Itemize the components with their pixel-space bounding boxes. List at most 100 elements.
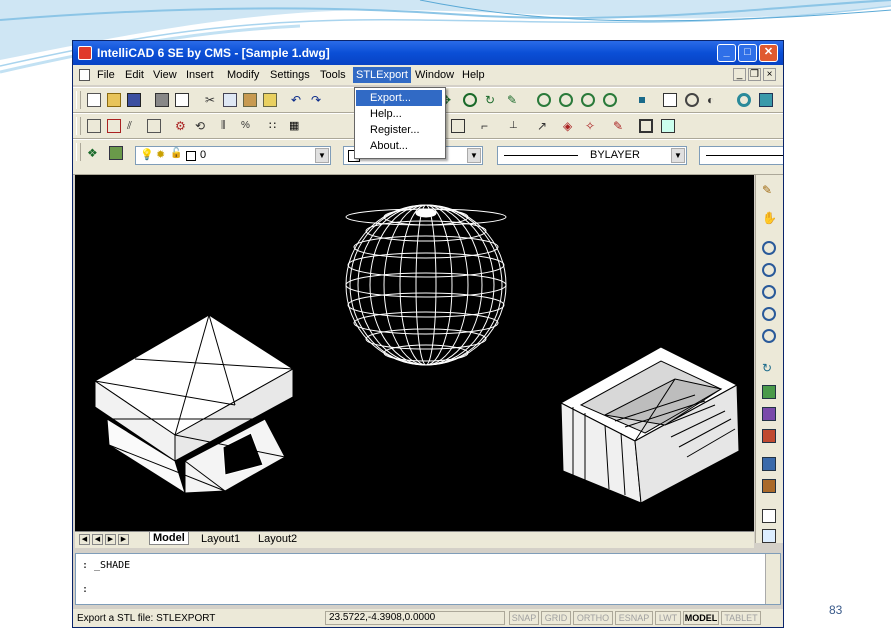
toolbar-grip-2[interactable]: [76, 117, 81, 135]
close-button[interactable]: ✕: [759, 44, 778, 62]
document-view-icon[interactable]: [762, 529, 776, 543]
menu-insert[interactable]: Insert: [186, 69, 214, 81]
fillet-icon[interactable]: ⌐: [481, 119, 495, 133]
match-properties-icon[interactable]: [263, 93, 277, 107]
menu-edit[interactable]: Edit: [125, 69, 144, 81]
menu-item-register[interactable]: Register...: [356, 122, 442, 138]
zoom-realtime-icon[interactable]: [463, 93, 477, 107]
shade-icon[interactable]: [759, 93, 773, 107]
undo-icon[interactable]: ↶: [291, 93, 305, 107]
wireframe-sphere[interactable]: [345, 204, 507, 366]
menu-tools[interactable]: Tools: [320, 69, 346, 81]
mdi-restore-button[interactable]: ❐: [748, 68, 761, 81]
chevron-down-icon[interactable]: ▼: [315, 148, 329, 163]
minimize-button[interactable]: _: [717, 44, 736, 62]
command-prompt[interactable]: :: [82, 584, 88, 595]
view-iso-2-icon[interactable]: [762, 479, 776, 493]
drawing-canvas[interactable]: [75, 175, 754, 531]
rotate-icon[interactable]: ⟲: [195, 119, 209, 133]
model-toggle[interactable]: MODEL: [683, 611, 719, 625]
trim-icon[interactable]: [451, 119, 465, 133]
layer-combo[interactable]: 💡 ✹ 🔓 0 ▼: [135, 146, 331, 165]
menu-item-help[interactable]: Help...: [356, 106, 442, 122]
mdi-close-button[interactable]: ×: [763, 68, 776, 81]
polyline-icon[interactable]: ↗: [537, 119, 551, 133]
chevron-down-icon[interactable]: ▼: [467, 148, 481, 163]
esnap-toggle[interactable]: ESNAP: [615, 611, 653, 625]
prev-tab-icon[interactable]: ◀: [92, 534, 103, 545]
menu-settings[interactable]: Settings: [270, 69, 310, 81]
new-icon[interactable]: [87, 93, 101, 107]
zoom-window-icon[interactable]: [537, 93, 551, 107]
next-tab-icon[interactable]: ▶: [105, 534, 116, 545]
zoom-out-icon[interactable]: [762, 263, 776, 277]
zoom-all-icon[interactable]: [603, 93, 617, 107]
layer-state-icon[interactable]: [109, 146, 123, 160]
tab-model[interactable]: Model: [149, 532, 189, 545]
menu-stlexport[interactable]: STLExport: [353, 67, 411, 83]
render-icon[interactable]: [737, 93, 751, 107]
dimension-icon[interactable]: ⊥: [509, 119, 523, 133]
menu-modify[interactable]: Modify: [227, 69, 259, 81]
menu-item-about[interactable]: About...: [356, 138, 442, 154]
lwt-toggle[interactable]: LWT: [655, 611, 681, 625]
view-right-icon[interactable]: [762, 429, 776, 443]
zoom-extents-vertical-icon[interactable]: [762, 329, 776, 343]
hatch-icon[interactable]: ⫽: [127, 119, 141, 133]
gear-icon[interactable]: ⚙: [175, 119, 189, 133]
command-scrollbar[interactable]: [765, 554, 780, 604]
print-preview-icon[interactable]: [175, 93, 189, 107]
command-line[interactable]: : _SHADE :: [75, 553, 781, 605]
region-icon[interactable]: [147, 119, 161, 133]
tablet-toggle[interactable]: TABLET: [721, 611, 761, 625]
zoom-extents-icon[interactable]: [581, 93, 595, 107]
menu-file[interactable]: File: [97, 69, 115, 81]
view-icon[interactable]: [685, 93, 699, 107]
scale-icon[interactable]: %: [241, 119, 255, 133]
toolbar-grip[interactable]: [76, 91, 81, 109]
paste-icon[interactable]: [243, 93, 257, 107]
lineweight-combo[interactable]: [699, 146, 783, 165]
pencil-icon[interactable]: ✎: [762, 183, 776, 197]
zoom-in-icon[interactable]: [762, 241, 776, 255]
view-top-icon[interactable]: [762, 385, 776, 399]
toolbar-grip-3[interactable]: [76, 143, 81, 161]
first-tab-icon[interactable]: ◀: [79, 534, 90, 545]
snap-tracking-icon[interactable]: ◈: [563, 119, 577, 133]
maximize-button[interactable]: □: [738, 44, 757, 62]
tool-icon[interactable]: ✎: [507, 93, 521, 107]
orbit-icon[interactable]: ↻: [485, 93, 499, 107]
tab-layout2[interactable]: Layout2: [258, 533, 297, 545]
layer-manager-icon[interactable]: ❖: [87, 146, 101, 160]
menu-item-export[interactable]: Export...: [356, 90, 442, 106]
zoom-all-vertical-icon[interactable]: [762, 307, 776, 321]
save-icon[interactable]: [127, 93, 141, 107]
cut-icon[interactable]: ✂: [203, 93, 217, 107]
grid-pattern-icon[interactable]: ▦: [289, 119, 303, 133]
open-icon[interactable]: [107, 93, 121, 107]
document-icon[interactable]: [79, 69, 90, 81]
hide-icon[interactable]: ◐: [707, 93, 721, 107]
copy-icon[interactable]: [223, 93, 237, 107]
viewport-icon[interactable]: [661, 119, 675, 133]
ortho-toggle[interactable]: ORTHO: [573, 611, 613, 625]
insert-block-icon[interactable]: [107, 119, 121, 133]
wireframe-block-left[interactable]: [94, 314, 294, 495]
3d-orbit-icon[interactable]: ↻: [762, 361, 776, 375]
title-bar[interactable]: IntelliCAD 6 SE by CMS - [Sample 1.dwg] …: [73, 41, 783, 65]
mdi-minimize-button[interactable]: _: [733, 68, 746, 81]
menu-window[interactable]: Window: [415, 69, 454, 81]
erase-icon[interactable]: ✎: [613, 119, 627, 133]
last-tab-icon[interactable]: ▶: [118, 534, 129, 545]
osnap-icon[interactable]: ✧: [585, 119, 599, 133]
snap-toggle[interactable]: SNAP: [509, 611, 539, 625]
grid-toggle[interactable]: GRID: [541, 611, 571, 625]
app-icon[interactable]: [78, 46, 92, 60]
hand-pan-icon[interactable]: ✋: [762, 211, 777, 225]
named-views-icon[interactable]: [663, 93, 677, 107]
zoom-previous-icon[interactable]: [559, 93, 573, 107]
print-icon[interactable]: [155, 93, 169, 107]
redo-icon[interactable]: ↷: [311, 93, 325, 107]
tile-viewports-icon[interactable]: [762, 509, 776, 523]
mirror-icon[interactable]: ⫼: [221, 119, 235, 133]
